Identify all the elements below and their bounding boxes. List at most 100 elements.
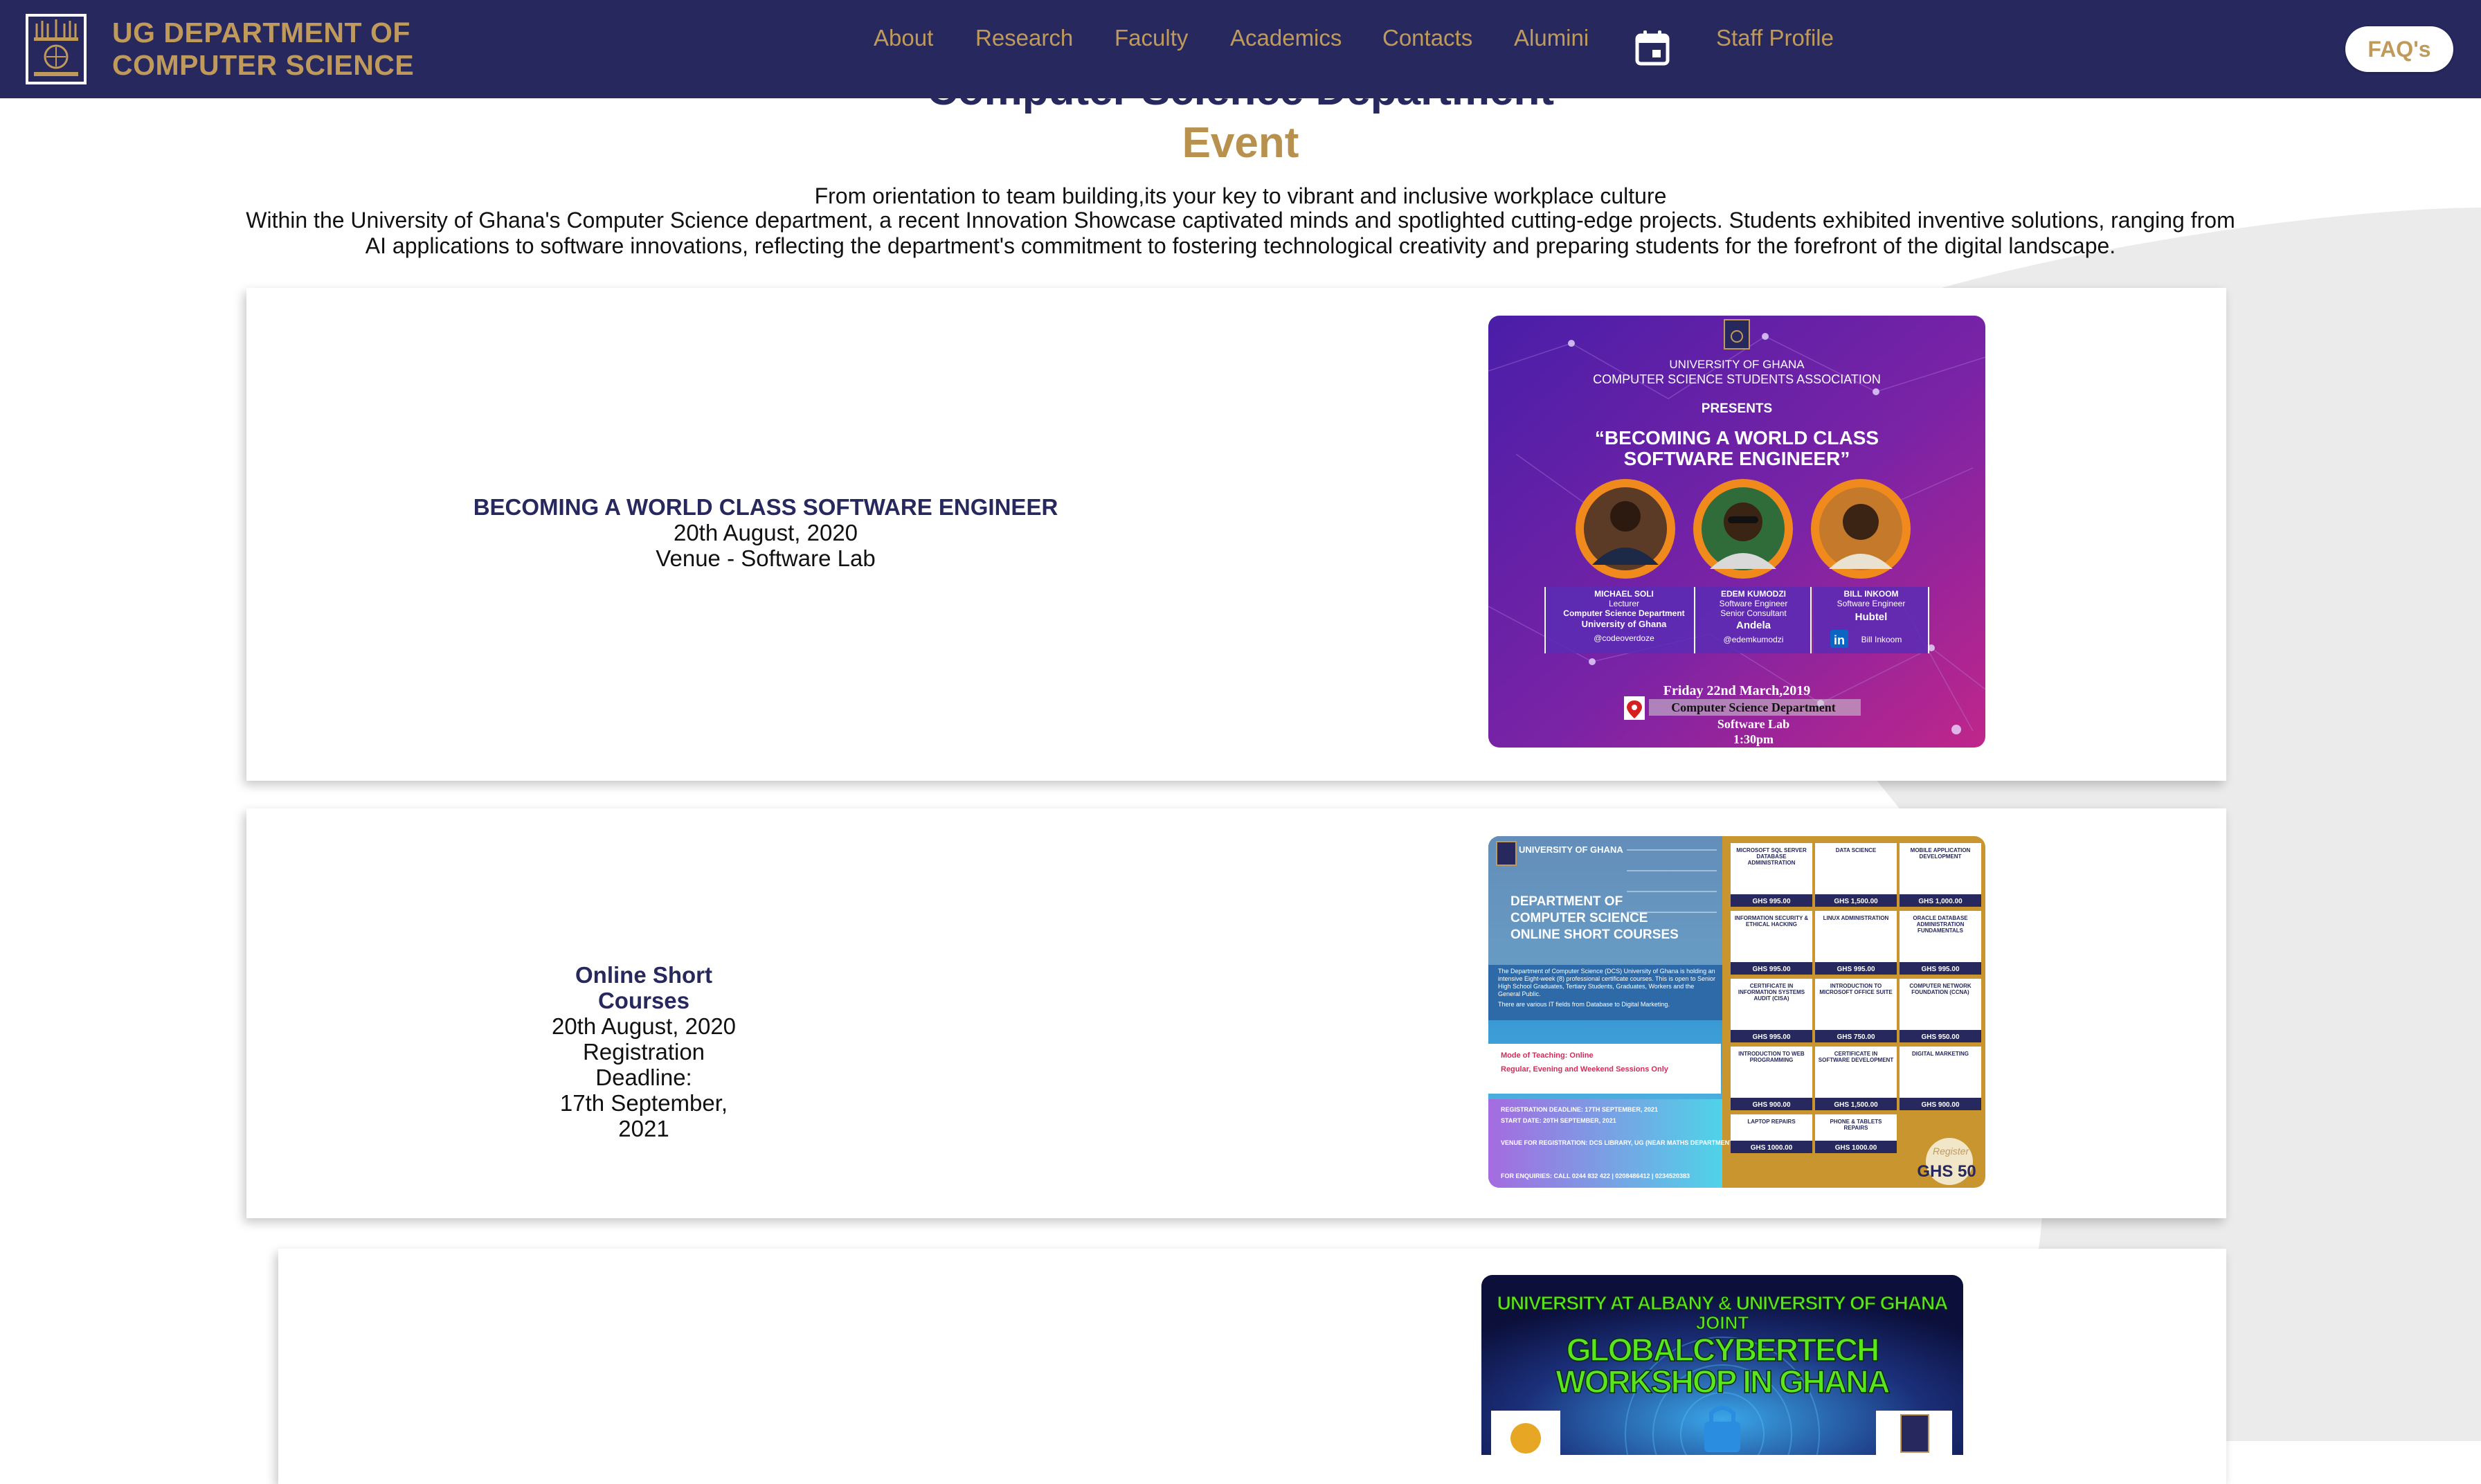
- speaker-org: University of Ghana: [1582, 619, 1668, 629]
- speaker-name: EDEM KUMODZI: [1721, 589, 1786, 599]
- poster-line-1: UNIVERSITY AT ALBANY & UNIVERSITY OF GHA…: [1497, 1292, 1949, 1314]
- course-tile: COMPUTER NETWORK FOUNDATION (CCNA) GHS 95…: [1900, 979, 1981, 1042]
- page-subtitle: Event: [1182, 119, 1299, 167]
- event-card[interactable]: BECOMING A WORLD CLASS SOFTWARE ENGINEER…: [246, 288, 2226, 781]
- course-name: INTRODUCTION TO WEB PROGRAMMING: [1738, 1051, 1805, 1063]
- speaker-photo: [1693, 479, 1793, 579]
- nav-link-about[interactable]: About: [874, 25, 933, 51]
- poster-heading: COMPUTER SCIENCE: [1510, 911, 1648, 925]
- speaker-handle: @codeoverdoze: [1594, 633, 1654, 643]
- speaker-handle: @edemkumodzi: [1724, 635, 1784, 644]
- event-poster-image[interactable]: UNIVERSITY OF GHANA DEPARTMENT OF COMPUT…: [1488, 836, 1985, 1188]
- tagline: From orientation to team building,its yo…: [814, 183, 1667, 208]
- course-tile: ORACLE DATABASE ADMINISTRATION FUNDAMENT…: [1900, 911, 1981, 975]
- course-tile: DIGITAL MARKETING GHS 900.00: [1900, 1047, 1981, 1110]
- course-tile: INTRODUCTION TO WEB PROGRAMMING GHS 900.0…: [1731, 1047, 1812, 1110]
- speaker-org: Andela: [1736, 619, 1771, 631]
- event-info: BECOMING A WORLD CLASS SOFTWARE ENGINEER…: [419, 494, 1112, 571]
- course-name: LINUX ADMINISTRATION: [1823, 915, 1889, 921]
- course-name: ORACLE DATABASE ADMINISTRATION FUNDAMENT…: [1913, 915, 1968, 934]
- course-price: GHS 1,500.00: [1834, 898, 1878, 905]
- event-info: Online Short Courses 20th August, 2020 R…: [540, 962, 748, 1141]
- brand-line-2: COMPUTER SCIENCE: [112, 49, 415, 81]
- poster-sessions: Regular, Evening and Weekend Sessions On…: [1501, 1065, 1669, 1074]
- course-tile: CERTIFICATE IN INFORMATION SYSTEMS AUDIT…: [1731, 979, 1812, 1042]
- event-poster-image[interactable]: UNIVERSITY AT ALBANY & UNIVERSITY OF GHA…: [1481, 1275, 1963, 1455]
- poster-mode: Mode of Teaching: Online: [1501, 1051, 1594, 1060]
- event-venue: Venue - Software Lab: [656, 545, 876, 571]
- course-name: INTRODUCTION TO MICROSOFT OFFICE SUITE: [1819, 983, 1893, 995]
- ug-crest-logo[interactable]: [26, 14, 87, 84]
- nav-link-contacts[interactable]: Contacts: [1382, 25, 1472, 51]
- poster-venue: Computer Science Department: [1671, 700, 1836, 714]
- speaker-role: Lecturer: [1609, 599, 1639, 608]
- poster-presents: PRESENTS: [1702, 401, 1772, 416]
- course-price: GHS 995.00: [1837, 966, 1875, 973]
- course-name: COMPUTER NETWORK FOUNDATION (CCNA): [1909, 983, 1972, 995]
- event-date: 20th August, 2020: [551, 1013, 737, 1039]
- speaker-name: BILL INKOOM: [1843, 589, 1898, 599]
- course-tile: LAPTOP REPAIRS GHS 1000.00: [1731, 1114, 1812, 1153]
- poster-heading: ONLINE SHORT COURSES: [1510, 928, 1679, 942]
- poster-uni: UNIVERSITY OF GHANA: [1519, 844, 1623, 855]
- linkedin-icon: in: [1830, 630, 1848, 648]
- poster-reg-deadline: REGISTRATION DEADLINE: 17TH SEPTEMBER, 2…: [1501, 1106, 1658, 1113]
- course-name: PHONE & TABLETS REPAIRS: [1830, 1119, 1882, 1131]
- course-name: CERTIFICATE IN INFORMATION SYSTEMS AUDIT…: [1738, 983, 1805, 1002]
- course-name: MICROSOFT SQL SERVER DATABASE ADMINISTRA…: [1736, 847, 1807, 866]
- brand-title[interactable]: UG DEPARTMENT OF COMPUTER SCIENCE: [112, 17, 414, 82]
- course-name: DIGITAL MARKETING: [1912, 1051, 1969, 1057]
- poster-line-3: GLOBALCYBERTECH: [1567, 1332, 1878, 1368]
- registration-fee: GHS 50: [1917, 1162, 1976, 1181]
- course-tile: PHONE & TABLETS REPAIRS GHS 1000.00: [1815, 1114, 1897, 1153]
- course-tile: LINUX ADMINISTRATION GHS 995.00: [1815, 911, 1897, 975]
- register-script: Register: [1933, 1146, 1969, 1157]
- speaker-role: Senior Consultant: [1720, 608, 1787, 618]
- faq-button[interactable]: FAQ's: [2345, 26, 2453, 72]
- event-card[interactable]: Online Short Courses 20th August, 2020 R…: [246, 808, 2226, 1218]
- nav-link-alumini[interactable]: Alumini: [1514, 25, 1589, 51]
- nav-link-staff-profile[interactable]: Staff Profile: [1716, 25, 1834, 51]
- course-tile: INTRODUCTION TO MICROSOFT OFFICE SUITE GH…: [1815, 979, 1897, 1042]
- poster-blurb: There are various IT fields from Databas…: [1498, 1001, 1670, 1008]
- course-price: GHS 750.00: [1837, 1033, 1875, 1041]
- brand-line-1: UG DEPARTMENT OF: [112, 17, 411, 48]
- svg-text:in: in: [1834, 633, 1845, 647]
- course-name: LAPTOP REPAIRS: [1747, 1119, 1796, 1125]
- poster-venue: VENUE FOR REGISTRATION: DCS LIBRARY, UG …: [1501, 1139, 1735, 1146]
- event-title: BECOMING A WORLD CLASS SOFTWARE ENGINEER: [473, 494, 1058, 520]
- course-price: GHS 950.00: [1921, 1033, 1959, 1041]
- course-tile: CERTIFICATE IN SOFTWARE DEVELOPMENT GHS 1…: [1815, 1047, 1897, 1110]
- speaker-name: MICHAEL SOLI: [1594, 589, 1654, 599]
- calendar-icon[interactable]: [1634, 29, 1671, 66]
- poster-line-2: JOINT: [1696, 1312, 1749, 1333]
- speaker-photo: [1811, 479, 1911, 579]
- speaker-role: Software Engineer: [1837, 599, 1906, 608]
- poster-crest: [1724, 319, 1750, 350]
- speaker-org: Hubtel: [1855, 611, 1888, 623]
- course-name: CERTIFICATE IN SOFTWARE DEVELOPMENT: [1818, 1051, 1894, 1063]
- top-navbar: UG DEPARTMENT OF COMPUTER SCIENCE About …: [0, 0, 2481, 98]
- nav-link-research[interactable]: Research: [975, 25, 1073, 51]
- course-tile: MICROSOFT SQL SERVER DATABASE ADMINISTRA…: [1731, 843, 1812, 907]
- event-card[interactable]: UNIVERSITY AT ALBANY & UNIVERSITY OF GHA…: [278, 1249, 2226, 1484]
- poster-enquiries: FOR ENQUIRIES: CALL 0244 832 422 | 02084…: [1501, 1173, 1690, 1179]
- course-price: GHS 900.00: [1752, 1101, 1790, 1109]
- nav-link-academics[interactable]: Academics: [1230, 25, 1342, 51]
- course-price: GHS 1000.00: [1835, 1144, 1877, 1152]
- nav-link-faculty[interactable]: Faculty: [1115, 25, 1188, 51]
- poster-venue: Software Lab: [1717, 717, 1789, 731]
- poster-org-line1: UNIVERSITY OF GHANA: [1669, 358, 1805, 371]
- course-name: DATA SCIENCE: [1835, 847, 1877, 853]
- speaker-photo: [1576, 479, 1675, 579]
- course-price: GHS 1000.00: [1751, 1144, 1793, 1152]
- course-tile: DATA SCIENCE GHS 1,500.00: [1815, 843, 1897, 907]
- course-tile: MOBILE APPLICATION DEVELOPMENT GHS 1,000.…: [1900, 843, 1981, 907]
- event-poster-image[interactable]: UNIVERSITY OF GHANA COMPUTER SCIENCE STU…: [1488, 316, 1985, 748]
- poster-time: 1:30pm: [1733, 732, 1774, 746]
- speaker-role: Software Engineer: [1720, 599, 1788, 608]
- intro-paragraph: Within the University of Ghana's Compute…: [246, 208, 2235, 258]
- poster-line-4: WORKSHOP IN GHANA: [1555, 1364, 1889, 1400]
- event-detail: Registration Deadline:: [582, 1039, 705, 1090]
- poster-org-line2: COMPUTER SCIENCE STUDENTS ASSOCIATION: [1593, 372, 1881, 386]
